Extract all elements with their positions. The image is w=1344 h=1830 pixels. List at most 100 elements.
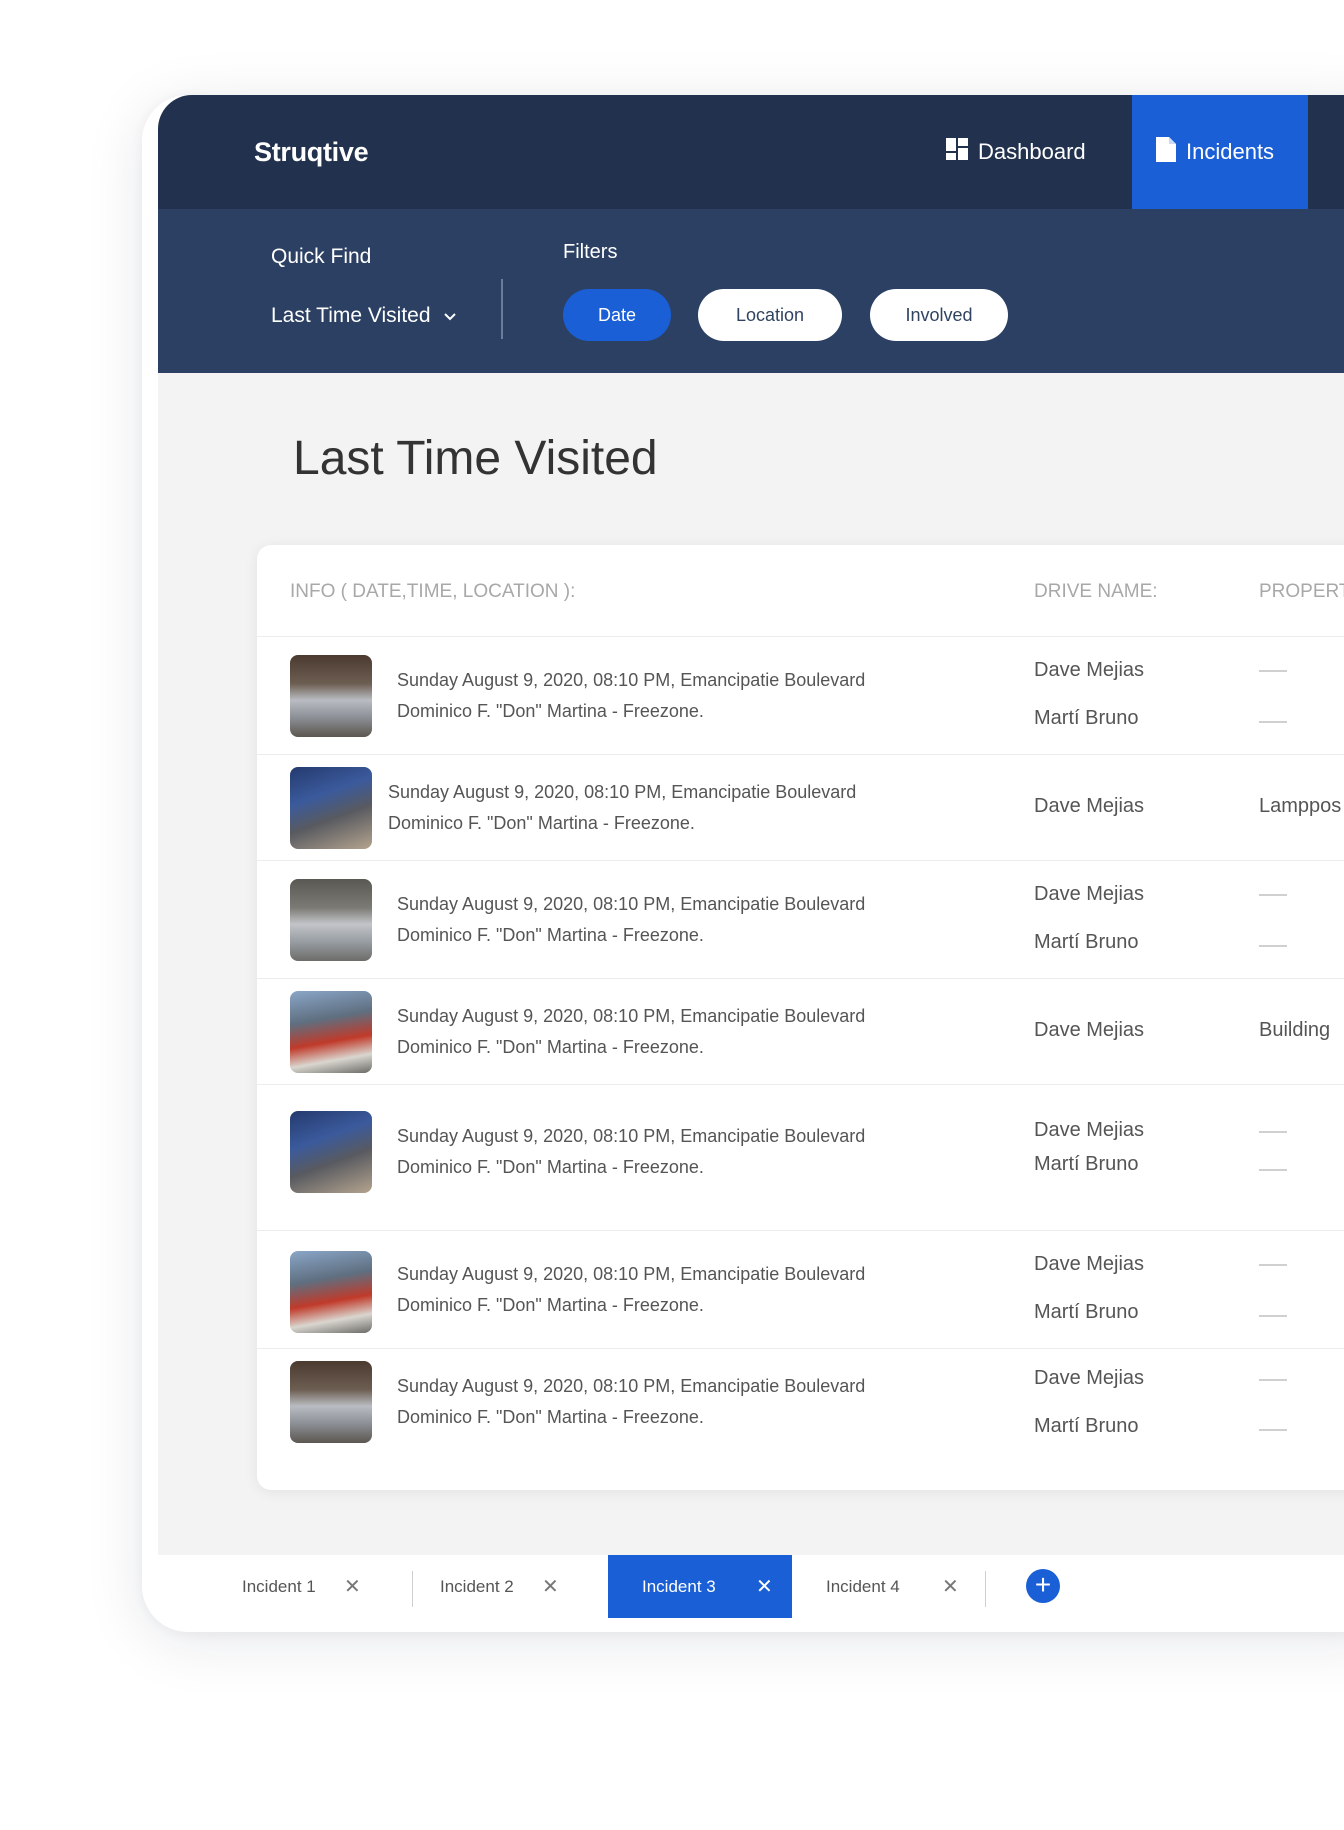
incident-tabs: Incident 1 ✕ Incident 2 ✕ Incident 3 ✕ I…: [158, 1555, 1344, 1618]
incident-info: Sunday August 9, 2020, 08:10 PM, Emancip…: [397, 1371, 865, 1433]
driver-name: Dave Mejias: [1034, 1019, 1145, 1041]
filters-label: Filters: [563, 241, 618, 263]
incidents-table: INFO ( DATE,TIME, LOCATION ): DRIVE NAME…: [257, 545, 1344, 1490]
nav-more-icon[interactable]: [1340, 95, 1344, 209]
incident-datetime: Sunday August 9, 2020, 08:10 PM, Emancip…: [397, 1126, 866, 1146]
nav-dashboard[interactable]: Dashboard: [946, 95, 1086, 209]
incident-photo: [290, 1361, 372, 1443]
empty-value: [1259, 894, 1287, 896]
driver-name: Dave Mejias: [1034, 883, 1145, 905]
empty-value: [1259, 1264, 1287, 1266]
empty-value: [1259, 1131, 1287, 1133]
nav-dashboard-label: Dashboard: [978, 139, 1086, 164]
incident-info: Sunday August 9, 2020, 08:10 PM, Emancip…: [397, 1121, 865, 1183]
tab-label: Incident 1: [242, 1576, 316, 1596]
empty-value: [1259, 721, 1287, 723]
table-row[interactable]: Sunday August 9, 2020, 08:10 PM, Emancip…: [257, 979, 1344, 1085]
property-value: Building: [1259, 1019, 1331, 1041]
driver-name: Martí Bruno: [1034, 1301, 1139, 1323]
divider: [501, 279, 503, 339]
incident-location: Dominico F. "Don" Martina - Freezone.: [397, 701, 704, 721]
incident-info: Sunday August 9, 2020, 08:10 PM, Emancip…: [397, 665, 865, 727]
incident-photo: [290, 1251, 372, 1333]
driver-name: Dave Mejias: [1034, 795, 1145, 817]
incident-location: Dominico F. "Don" Martina - Freezone.: [397, 1295, 704, 1315]
add-tab-plus-icon[interactable]: +: [1026, 1569, 1060, 1603]
chevron-down-icon: [443, 304, 457, 328]
quick-find-select[interactable]: Last Time Visited: [271, 304, 457, 328]
quick-find-value: Last Time Visited: [271, 304, 431, 327]
empty-value: [1259, 945, 1287, 947]
driver-name: Martí Bruno: [1034, 931, 1139, 953]
filter-bar: Quick Find Last Time Visited Filters Dat…: [158, 209, 1344, 373]
incident-location: Dominico F. "Don" Martina - Freezone.: [397, 1037, 704, 1057]
driver-name: Dave Mejias: [1034, 659, 1145, 681]
table-row[interactable]: Sunday August 9, 2020, 08:10 PM, Emancip…: [257, 637, 1344, 755]
driver-name: Dave Mejias: [1034, 1253, 1145, 1275]
close-icon[interactable]: ✕: [942, 1574, 959, 1599]
incident-info: Sunday August 9, 2020, 08:10 PM, Emancip…: [397, 889, 865, 951]
incident-datetime: Sunday August 9, 2020, 08:10 PM, Emancip…: [397, 894, 866, 914]
nav-incidents-label: Incidents: [1186, 139, 1275, 164]
close-icon[interactable]: ✕: [756, 1574, 773, 1599]
table-header: INFO ( DATE,TIME, LOCATION ): DRIVE NAME…: [257, 545, 1344, 637]
tab-incident-2[interactable]: Incident 2 ✕: [412, 1555, 586, 1618]
incident-datetime: Sunday August 9, 2020, 08:10 PM, Emancip…: [397, 1264, 866, 1284]
tab-incident-3[interactable]: Incident 3 ✕: [608, 1555, 792, 1618]
tab-incident-4[interactable]: Incident 4 ✕: [792, 1555, 982, 1618]
app-window: Struqtive Dashboard Incidents Quick Find…: [158, 95, 1344, 1618]
tab-divider: [985, 1571, 986, 1607]
incident-info: Sunday August 9, 2020, 08:10 PM, Emancip…: [388, 777, 856, 839]
incident-info: Sunday August 9, 2020, 08:10 PM, Emancip…: [397, 1259, 865, 1321]
incident-location: Dominico F. "Don" Martina - Freezone.: [397, 1157, 704, 1177]
table-row[interactable]: Sunday August 9, 2020, 08:10 PM, Emancip…: [257, 755, 1344, 861]
table-row[interactable]: Sunday August 9, 2020, 08:10 PM, Emancip…: [257, 1349, 1344, 1490]
app-logo[interactable]: Struqtive: [254, 137, 369, 168]
incident-location: Dominico F. "Don" Martina - Freezone.: [397, 925, 704, 945]
close-icon[interactable]: ✕: [344, 1574, 361, 1599]
dashboard-icon: [946, 138, 968, 166]
incident-photo: [290, 879, 372, 961]
table-row[interactable]: Sunday August 9, 2020, 08:10 PM, Emancip…: [257, 861, 1344, 979]
empty-value: [1259, 1429, 1287, 1431]
tab-label: Incident 4: [826, 1576, 900, 1596]
incident-photo: [290, 767, 372, 849]
top-nav: Struqtive Dashboard Incidents: [158, 95, 1344, 209]
incident-photo: [290, 991, 372, 1073]
empty-value: [1259, 670, 1287, 672]
driver-name: Martí Bruno: [1034, 1153, 1139, 1175]
document-icon: [1156, 136, 1176, 168]
column-header-property: PROPERT: [1259, 581, 1344, 602]
empty-value: [1259, 1379, 1287, 1381]
incident-datetime: Sunday August 9, 2020, 08:10 PM, Emancip…: [397, 1006, 866, 1026]
filter-chip-date[interactable]: Date: [563, 289, 671, 341]
close-icon[interactable]: ✕: [542, 1574, 559, 1599]
incident-location: Dominico F. "Don" Martina - Freezone.: [388, 813, 695, 833]
incident-datetime: Sunday August 9, 2020, 08:10 PM, Emancip…: [397, 1376, 866, 1396]
driver-name: Martí Bruno: [1034, 1415, 1139, 1437]
empty-value: [1259, 1169, 1287, 1171]
incident-datetime: Sunday August 9, 2020, 08:10 PM, Emancip…: [397, 670, 866, 690]
filter-chip-involved[interactable]: Involved: [870, 289, 1008, 341]
incident-photo: [290, 655, 372, 737]
filter-chip-location[interactable]: Location: [698, 289, 842, 341]
empty-value: [1259, 1315, 1287, 1317]
table-row[interactable]: Sunday August 9, 2020, 08:10 PM, Emancip…: [257, 1085, 1344, 1231]
incident-datetime: Sunday August 9, 2020, 08:10 PM, Emancip…: [388, 782, 857, 802]
incident-location: Dominico F. "Don" Martina - Freezone.: [397, 1407, 704, 1427]
column-header-info: INFO ( DATE,TIME, LOCATION ):: [290, 581, 576, 602]
column-header-driver: DRIVE NAME:: [1034, 581, 1158, 602]
page-title: Last Time Visited: [293, 432, 658, 485]
tab-label: Incident 2: [440, 1576, 514, 1596]
driver-name: Dave Mejias: [1034, 1119, 1145, 1141]
tab-incident-1[interactable]: Incident 1 ✕: [192, 1555, 372, 1618]
driver-name: Dave Mejias: [1034, 1367, 1145, 1389]
driver-name: Martí Bruno: [1034, 707, 1139, 729]
tab-label: Incident 3: [642, 1576, 716, 1596]
incident-info: Sunday August 9, 2020, 08:10 PM, Emancip…: [397, 1001, 865, 1063]
nav-incidents[interactable]: Incidents: [1132, 95, 1308, 209]
table-row[interactable]: Sunday August 9, 2020, 08:10 PM, Emancip…: [257, 1231, 1344, 1349]
property-value: Lamppos: [1259, 795, 1342, 817]
quick-find-label: Quick Find: [271, 245, 372, 268]
incident-photo: [290, 1111, 372, 1193]
